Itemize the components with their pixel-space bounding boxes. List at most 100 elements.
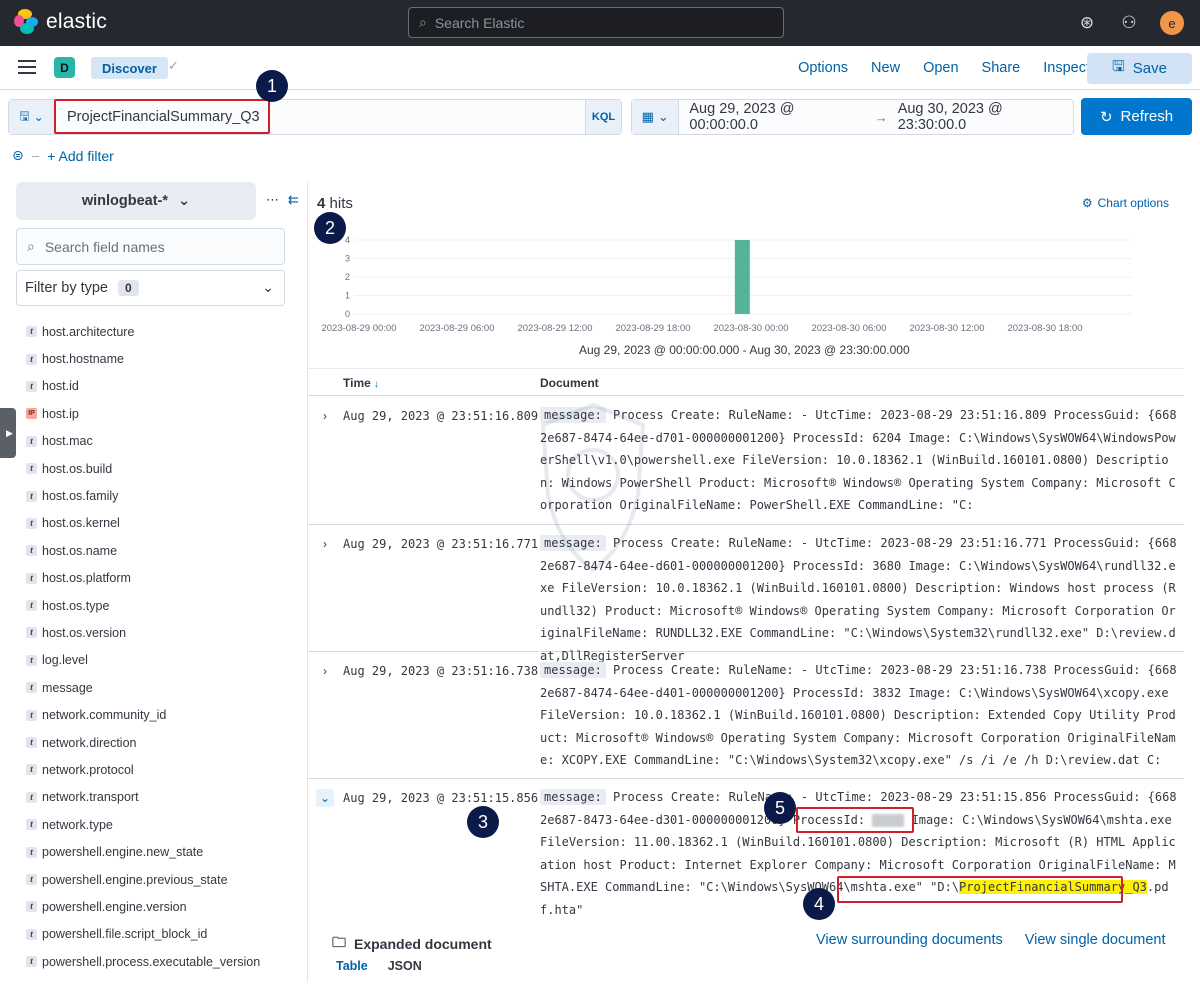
field-list-item[interactable]: t message — [26, 674, 296, 701]
field-list-item[interactable]: t host.os.name — [26, 537, 296, 564]
filter-separator: – — [32, 148, 40, 163]
tab-json[interactable]: JSON — [388, 959, 422, 973]
field-list-item[interactable]: t host.os.version — [26, 619, 296, 646]
help-icon[interactable]: ⊛ — [1076, 13, 1098, 33]
field-list-item[interactable]: t log.level — [26, 647, 296, 674]
saved-query-menu[interactable]: 🖫 ⌄ — [9, 100, 55, 134]
field-list-item[interactable]: t host.os.type — [26, 592, 296, 619]
field-list-item[interactable]: t host.os.kernel — [26, 510, 296, 537]
chart-x-tick: 2023-08-29 12:00 — [517, 323, 592, 334]
elastic-logo-icon — [14, 9, 40, 35]
breadcrumb-discover[interactable]: Discover — [91, 57, 168, 79]
row-timestamp: Aug 29, 2023 @ 23:51:16.738 — [343, 664, 539, 678]
view-surrounding-link[interactable]: View surrounding documents — [816, 932, 1003, 948]
field-search-input[interactable]: ⌕ Search field names — [16, 228, 285, 265]
row-timestamp: Aug 29, 2023 @ 23:51:15.856 — [343, 791, 539, 805]
chart-y-tick: 4 — [345, 235, 350, 245]
tab-table[interactable]: Table — [336, 959, 368, 973]
quick-time-menu[interactable]: ▦ ⌄ — [632, 100, 680, 134]
more-options-icon[interactable]: ⋯ — [266, 192, 279, 208]
view-single-link[interactable]: View single document — [1025, 932, 1166, 948]
field-list-item[interactable]: t network.type — [26, 811, 296, 838]
chart-time-range: Aug 29, 2023 @ 00:00:00.000 - Aug 30, 20… — [579, 343, 910, 357]
column-time-label: Time — [343, 376, 371, 390]
field-list-item[interactable]: t host.os.family — [26, 482, 296, 509]
chart-x-tick: 2023-08-30 06:00 — [811, 323, 886, 334]
field-name: host.hostname — [42, 352, 124, 367]
global-search-input[interactable]: ⌕ Search Elastic — [408, 7, 784, 38]
expand-row-icon[interactable]: › — [316, 407, 334, 425]
row-document: message: Process Create: RuleName: - Utc… — [540, 659, 1180, 772]
field-list-item[interactable]: t host.hostname — [26, 345, 296, 372]
space-avatar[interactable]: D — [54, 57, 75, 78]
string-type-icon: t — [26, 380, 37, 392]
field-name: network.transport — [42, 790, 139, 805]
filter-bar: ⊜ – + Add filter — [12, 147, 114, 164]
field-list-item[interactable]: t network.community_id — [26, 701, 296, 728]
field-list-item[interactable]: t host.architecture — [26, 318, 296, 345]
field-name: host.ip — [42, 406, 79, 421]
query-language-button[interactable]: KQL — [585, 100, 621, 134]
calendar-icon: ▦ — [641, 109, 654, 124]
field-list-item[interactable]: t powershell.engine.new_state — [26, 838, 296, 865]
string-type-icon: t — [26, 819, 37, 831]
time-start[interactable]: Aug 29, 2023 @ 00:00:00.0 — [689, 101, 864, 133]
field-list-item[interactable]: t host.id — [26, 373, 296, 400]
news-feed-icon[interactable]: ⚇ — [1118, 13, 1140, 33]
field-list-item[interactable]: t host.mac — [26, 428, 296, 455]
row-timestamp: Aug 29, 2023 @ 23:51:16.809 — [343, 409, 539, 423]
refresh-button[interactable]: ↻ Refresh — [1081, 98, 1192, 135]
share-link[interactable]: Share — [982, 60, 1021, 76]
folder-icon: 🗀 — [332, 934, 346, 950]
field-list-item[interactable]: t powershell.engine.version — [26, 893, 296, 920]
expand-row-icon[interactable]: › — [316, 662, 334, 680]
sort-down-icon[interactable]: ↓ — [374, 379, 379, 390]
string-type-icon: t — [26, 326, 37, 338]
search-icon: ⌕ — [27, 238, 35, 254]
user-avatar[interactable]: e — [1160, 11, 1184, 35]
field-list-item[interactable]: t network.transport — [26, 784, 296, 811]
chart-x-tick: 2023-08-29 18:00 — [615, 323, 690, 334]
inspect-link[interactable]: Inspect — [1043, 60, 1090, 76]
string-type-icon: t — [26, 682, 37, 694]
field-list-item[interactable]: t powershell.engine.previous_state — [26, 866, 296, 893]
chevron-down-icon: ⌄ — [262, 279, 274, 295]
add-filter-button[interactable]: + Add filter — [47, 148, 114, 164]
field-list-item[interactable]: t host.os.build — [26, 455, 296, 482]
search-icon: ⌕ — [419, 14, 427, 30]
index-pattern-selector[interactable]: winlogbeat-* ⌄ — [16, 182, 256, 220]
new-link[interactable]: New — [871, 60, 900, 76]
open-link[interactable]: Open — [923, 60, 958, 76]
field-list-item[interactable]: t powershell.process.executable_version — [26, 948, 296, 975]
save-button[interactable]: 🖫 Save — [1087, 53, 1192, 84]
time-end[interactable]: Aug 30, 2023 @ 23:30:00.0 — [898, 101, 1073, 133]
field-list-item[interactable]: t host.os.platform — [26, 565, 296, 592]
chart-bar[interactable] — [734, 240, 750, 314]
field-name: host.architecture — [42, 324, 135, 339]
field-list-item[interactable]: t network.protocol — [26, 756, 296, 783]
field-name: powershell.engine.previous_state — [42, 872, 228, 887]
elastic-logo[interactable]: elastic — [14, 9, 107, 35]
options-link[interactable]: Options — [798, 60, 848, 76]
annotation-marker: 4 — [803, 888, 835, 920]
menu-icon[interactable] — [18, 60, 36, 74]
collapse-sidebar-icon[interactable]: ⇇ — [288, 192, 299, 208]
filter-by-type-button[interactable]: Filter by type 0 ⌄ — [16, 270, 285, 306]
column-document: Document — [540, 376, 599, 390]
annotation-box-command-line — [837, 876, 1123, 903]
saved-query-icon: 🖫 — [19, 108, 30, 123]
string-type-icon: t — [26, 791, 37, 803]
filter-icon[interactable]: ⊜ — [12, 147, 28, 164]
field-list-item[interactable]: t powershell.file.script_block_id — [26, 921, 296, 948]
table-row: › Aug 29, 2023 @ 23:51:16.809 message: P… — [308, 397, 1184, 525]
expand-row-icon[interactable]: › — [316, 535, 334, 553]
collapse-row-icon[interactable]: ⌄ — [316, 789, 334, 807]
histogram-chart[interactable]: 0 1 2 3 4 2023-08-29 00:00 2023-08-29 06:00 202… — [308, 230, 1184, 340]
column-time[interactable]: Time ↓ — [343, 376, 379, 390]
string-type-icon: t — [26, 956, 37, 968]
chevron-down-icon: ⌄ — [657, 109, 669, 124]
field-list-item[interactable]: t network.direction — [26, 729, 296, 756]
chart-options-button[interactable]: ⚙ Chart options — [1082, 196, 1169, 210]
sidebar-toggle-handle[interactable]: ▶ — [0, 408, 16, 458]
field-list-item[interactable]: IP host.ip — [26, 400, 296, 427]
